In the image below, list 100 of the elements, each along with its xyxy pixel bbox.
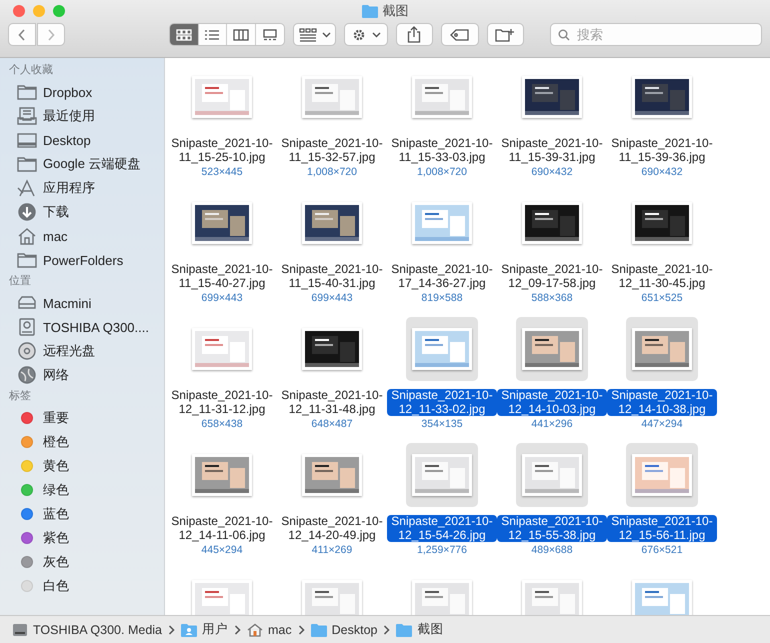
sidebar-item[interactable]: 网络 bbox=[43, 366, 69, 384]
file-name[interactable]: Snipaste_2021-10-12_11-33-02.jpg bbox=[387, 389, 497, 416]
folder-icon bbox=[17, 251, 37, 269]
sidebar-item[interactable]: 远程光盘 bbox=[43, 342, 95, 360]
image-dimensions: 523×445 bbox=[201, 166, 243, 178]
house-icon bbox=[17, 227, 37, 245]
sidebar-item[interactable]: mac bbox=[43, 228, 68, 244]
image-dimensions: 1,008×720 bbox=[307, 166, 357, 178]
sidebar-heading: 个人收藏 bbox=[8, 62, 54, 78]
share-button[interactable] bbox=[396, 23, 434, 46]
tag-icon bbox=[450, 28, 470, 40]
view-mode-button[interactable] bbox=[198, 24, 228, 45]
sidebar-item[interactable]: Macmini bbox=[43, 296, 92, 310]
sidebar-heading: 标签 bbox=[8, 389, 32, 404]
image-dimensions: 690×432 bbox=[531, 166, 573, 178]
sidebar-item[interactable]: 下载 bbox=[43, 203, 69, 221]
tray-icon bbox=[17, 107, 37, 125]
file-name[interactable]: Snipaste_2021-10-17_14-36-27.jpg bbox=[387, 263, 497, 290]
chevron-right-icon bbox=[234, 624, 241, 634]
grid-icon bbox=[176, 28, 192, 40]
view-mode-button[interactable] bbox=[256, 24, 284, 45]
sidebar-item[interactable]: 应用程序 bbox=[43, 179, 95, 197]
image-dimensions: 676×521 bbox=[641, 544, 683, 556]
folder-icon bbox=[17, 155, 37, 173]
list-icon bbox=[204, 28, 220, 40]
sidebar-item[interactable]: 最近使用 bbox=[43, 107, 95, 125]
tag-button[interactable] bbox=[441, 23, 479, 46]
view-mode-button[interactable] bbox=[227, 24, 256, 45]
path-item[interactable]: 用户 bbox=[202, 621, 228, 638]
file-name[interactable]: Snipaste_2021-10-11_15-25-10.jpg bbox=[167, 137, 277, 164]
chevron-right-icon bbox=[168, 624, 175, 634]
path-item[interactable]: TOSHIBA Q300. Media bbox=[33, 622, 162, 636]
sidebar-item[interactable]: 蓝色 bbox=[43, 505, 69, 523]
image-dimensions: 690×432 bbox=[641, 166, 683, 178]
image-dimensions: 699×443 bbox=[311, 292, 353, 304]
folder-icon bbox=[396, 622, 412, 636]
new-folder-icon bbox=[495, 28, 516, 42]
view-mode-button[interactable] bbox=[170, 24, 199, 45]
chevron-right-icon bbox=[298, 624, 305, 634]
file-name[interactable]: Snipaste_2021-10-12_15-54-26.jpg bbox=[387, 515, 497, 542]
file-name[interactable]: Snipaste_2021-10-11_15-39-36.jpg bbox=[607, 137, 717, 164]
chevron-right-icon bbox=[383, 624, 390, 634]
file-name[interactable]: Snipaste_2021-10-12_11-30-45.jpg bbox=[607, 263, 717, 290]
path-item[interactable]: Desktop bbox=[332, 622, 378, 636]
file-name[interactable]: Snipaste_2021-10-12_11-31-12.jpg bbox=[167, 389, 277, 416]
sidebar-item[interactable]: 灰色 bbox=[43, 553, 69, 571]
close-button[interactable] bbox=[13, 5, 25, 17]
chevron-right-icon bbox=[47, 28, 55, 40]
sidebar-item[interactable]: PowerFolders bbox=[43, 252, 124, 268]
image-dimensions: 658×438 bbox=[201, 418, 243, 430]
folder-icon bbox=[310, 622, 327, 636]
view-switcher[interactable] bbox=[169, 23, 286, 46]
folder-icon bbox=[17, 83, 37, 101]
file-name[interactable]: Snipaste_2021-10-12_14-20-49.jpg bbox=[277, 515, 387, 542]
sidebar-item[interactable]: Dropbox bbox=[43, 84, 92, 100]
file-name[interactable]: Snipaste_2021-10-12_15-55-38.jpg bbox=[497, 515, 607, 542]
search-field[interactable]: 搜索 bbox=[550, 23, 762, 46]
image-dimensions: 1,008×720 bbox=[417, 166, 467, 178]
sidebar-item[interactable]: 重要 bbox=[43, 409, 69, 427]
image-dimensions: 447×294 bbox=[641, 418, 683, 430]
folder-icon bbox=[362, 4, 378, 18]
file-name[interactable]: Snipaste_2021-10-11_15-40-31.jpg bbox=[277, 263, 387, 290]
image-dimensions: 445×294 bbox=[201, 544, 243, 556]
image-dimensions: 819×588 bbox=[421, 292, 463, 304]
sidebar-item[interactable]: Desktop bbox=[43, 132, 91, 148]
path-item[interactable]: 截图 bbox=[417, 621, 444, 638]
download-icon bbox=[17, 203, 37, 221]
caret-icon bbox=[322, 32, 331, 38]
file-name[interactable]: Snipaste_2021-10-12_14-10-03.jpg bbox=[497, 389, 607, 416]
sidebar-item[interactable]: 橙色 bbox=[43, 433, 69, 451]
path-item[interactable]: mac bbox=[268, 622, 292, 636]
sidebar-item[interactable]: 黄色 bbox=[43, 457, 69, 475]
action-dropdown[interactable] bbox=[344, 23, 388, 46]
image-dimensions: 441×296 bbox=[531, 418, 573, 430]
grid-icon bbox=[298, 28, 317, 42]
back-button[interactable] bbox=[8, 23, 36, 46]
file-name[interactable]: Snipaste_2021-10-12_14-11-06.jpg bbox=[167, 515, 277, 542]
display-icon bbox=[17, 131, 37, 149]
sidebar-item[interactable]: 白色 bbox=[43, 577, 69, 595]
image-dimensions: 588×368 bbox=[531, 292, 573, 304]
sidebar-item[interactable]: Google 云端硬盘 bbox=[43, 155, 141, 173]
image-dimensions: 411×269 bbox=[312, 544, 352, 556]
file-name[interactable]: Snipaste_2021-10-12_11-31-48.jpg bbox=[277, 389, 387, 416]
columns-icon bbox=[232, 28, 249, 40]
chevron-left-icon bbox=[18, 28, 26, 40]
group-dropdown[interactable] bbox=[293, 23, 336, 46]
new-folder-button[interactable] bbox=[486, 23, 524, 46]
file-name[interactable]: Snipaste_2021-10-11_15-32-57.jpg bbox=[277, 137, 387, 164]
sidebar-item[interactable]: 绿色 bbox=[43, 481, 69, 499]
file-name[interactable]: Snipaste_2021-10-11_15-33-03.jpg bbox=[387, 137, 497, 164]
caret-icon bbox=[372, 32, 382, 38]
file-name[interactable]: Snipaste_2021-10-12_09-17-58.jpg bbox=[497, 263, 607, 290]
file-name[interactable]: Snipaste_2021-10-12_15-56-11.jpg bbox=[607, 515, 717, 542]
file-name[interactable]: Snipaste_2021-10-12_14-10-38.jpg bbox=[607, 389, 717, 416]
file-name[interactable]: Snipaste_2021-10-11_15-39-31.jpg bbox=[497, 137, 607, 164]
image-dimensions: 489×688 bbox=[531, 544, 573, 556]
sidebar-item[interactable]: TOSHIBA Q300.... bbox=[43, 320, 149, 334]
sidebar-item[interactable]: 紫色 bbox=[43, 529, 69, 547]
apps-icon bbox=[17, 179, 37, 197]
file-name[interactable]: Snipaste_2021-10-11_15-40-27.jpg bbox=[167, 263, 277, 290]
